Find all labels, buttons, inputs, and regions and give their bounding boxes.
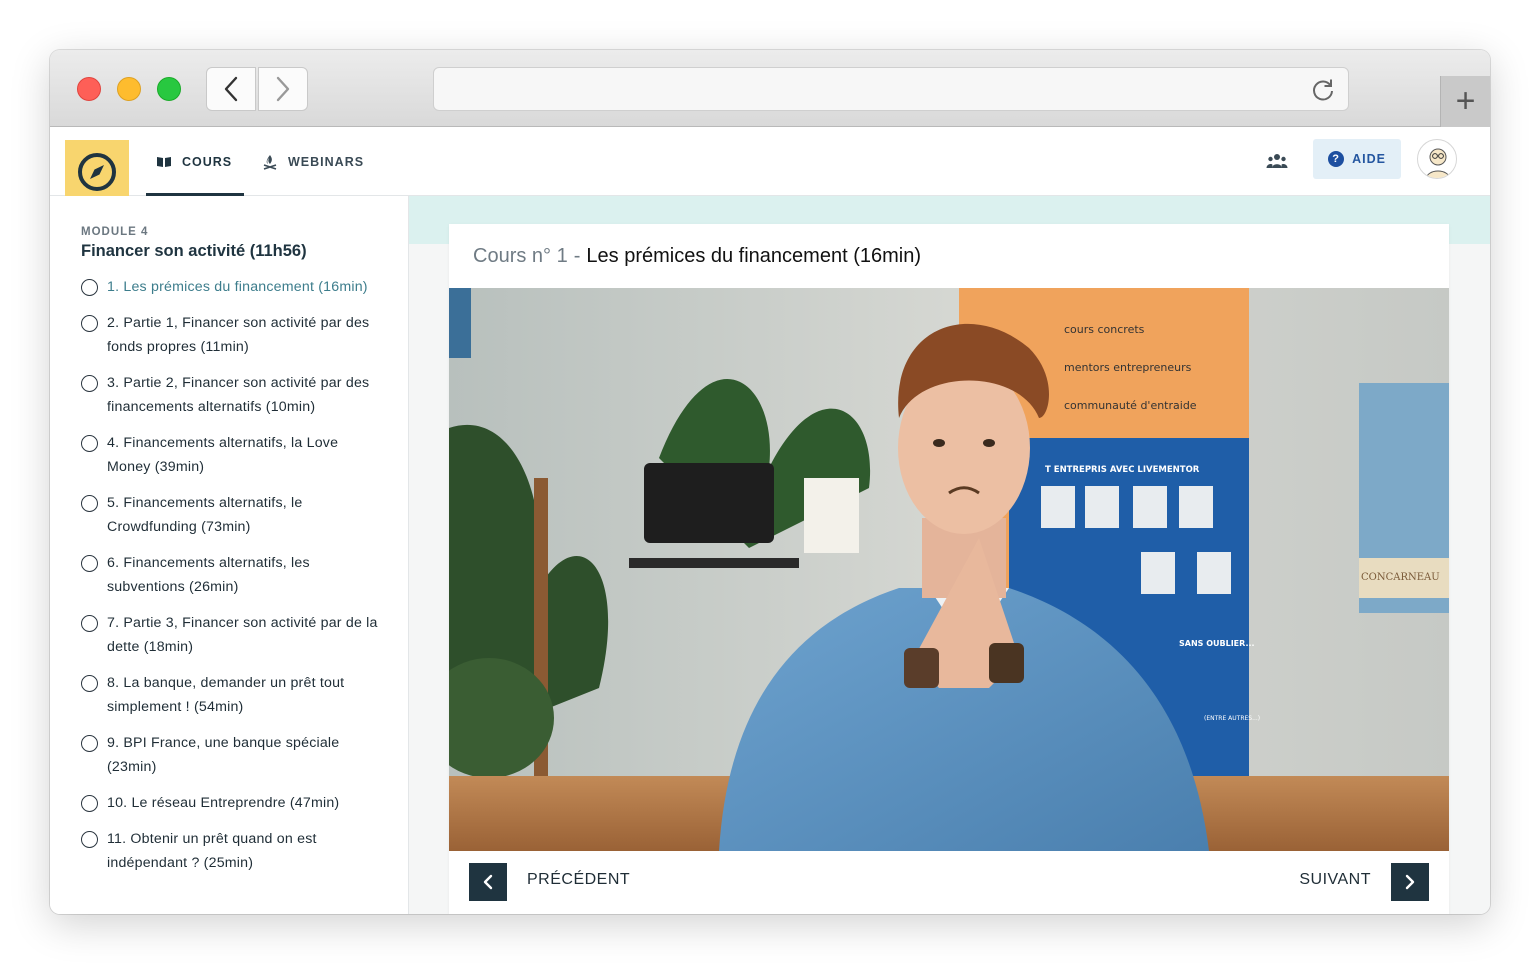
close-window-button[interactable]	[77, 77, 101, 101]
lesson-item-label[interactable]: 8. La banque, demander un prêt tout simp…	[107, 671, 381, 719]
address-bar[interactable]	[433, 67, 1349, 111]
lesson-item[interactable]: 1. Les prémices du financement (16min)	[81, 275, 381, 299]
lesson-card: Cours n° 1 - Les prémices du financement…	[449, 224, 1449, 914]
lesson-item-label[interactable]: 11. Obtenir un prêt quand on est indépen…	[107, 827, 381, 875]
previous-label[interactable]: PRÉCÉDENT	[527, 871, 630, 889]
next-button[interactable]	[1391, 863, 1429, 901]
lesson-item[interactable]: 3. Partie 2, Financer son activité par d…	[81, 371, 381, 419]
reload-icon[interactable]	[1310, 77, 1336, 103]
poster-text-1: cours concrets	[1064, 323, 1145, 336]
lesson-item-label[interactable]: 10. Le réseau Entreprendre (47min)	[107, 791, 339, 815]
lesson-item[interactable]: 10. Le réseau Entreprendre (47min)	[81, 791, 381, 815]
lesson-status-icon[interactable]	[81, 495, 98, 512]
browser-forward-button[interactable]	[258, 67, 308, 111]
chevron-left-icon	[483, 874, 493, 890]
lesson-status-icon[interactable]	[81, 831, 98, 848]
lesson-item-label[interactable]: 9. BPI France, une banque spéciale (23mi…	[107, 731, 381, 779]
chevron-right-icon	[276, 76, 290, 102]
lesson-status-icon[interactable]	[81, 315, 98, 332]
chevron-right-icon	[1405, 874, 1415, 890]
help-button[interactable]: ? AIDE	[1313, 139, 1401, 179]
lesson-item-label[interactable]: 7. Partie 3, Financer son activité par d…	[107, 611, 381, 659]
app-header: COURS WEBINARS ? AIDE	[50, 127, 1490, 204]
browser-toolbar: +	[50, 50, 1490, 127]
next-label[interactable]: SUIVANT	[1299, 871, 1371, 889]
main-content: Cours n° 1 - Les prémices du financement…	[409, 196, 1490, 914]
maximize-window-button[interactable]	[157, 77, 181, 101]
previous-button[interactable]	[469, 863, 507, 901]
lesson-separator: -	[573, 244, 581, 267]
lesson-item[interactable]: 11. Obtenir un prêt quand on est indépen…	[81, 827, 381, 875]
app-logo[interactable]	[65, 140, 129, 204]
campfire-icon	[263, 154, 277, 170]
new-tab-button[interactable]: +	[1440, 76, 1490, 127]
poster-text-5: SANS OUBLIER...	[1179, 639, 1255, 648]
tab-cours-label: COURS	[182, 154, 233, 169]
lesson-status-icon[interactable]	[81, 555, 98, 572]
book-icon	[157, 156, 171, 167]
plus-icon: +	[1455, 82, 1476, 120]
avatar-illustration	[1426, 148, 1450, 178]
lesson-item[interactable]: 4. Financements alternatifs, la Love Mon…	[81, 431, 381, 479]
lesson-item-label[interactable]: 2. Partie 1, Financer son activité par d…	[107, 311, 381, 359]
poster-right-text: CONCARNEAU	[1361, 572, 1440, 583]
module-label: MODULE 4	[81, 226, 149, 238]
question-icon: ?	[1328, 151, 1345, 167]
lesson-item-label[interactable]: 6. Financements alternatifs, les subvent…	[107, 551, 381, 599]
lesson-status-icon[interactable]	[81, 279, 98, 296]
tab-webinars-label: WEBINARS	[288, 154, 365, 169]
video-frame: cours concrets mentors entrepreneurs com…	[449, 288, 1449, 851]
browser-back-button[interactable]	[206, 67, 256, 111]
lesson-item-label[interactable]: 5. Financements alternatifs, le Crowdfun…	[107, 491, 381, 539]
tab-webinars[interactable]: WEBINARS	[262, 127, 372, 196]
lesson-item-label[interactable]: 1. Les prémices du financement (16min)	[107, 275, 368, 299]
lesson-heading: Cours n° 1 - Les prémices du financement…	[449, 224, 1449, 288]
poster-text-2: mentors entrepreneurs	[1064, 361, 1192, 374]
lesson-item[interactable]: 2. Partie 1, Financer son activité par d…	[81, 311, 381, 359]
lesson-item[interactable]: 9. BPI France, une banque spéciale (23mi…	[81, 731, 381, 779]
lesson-item[interactable]: 6. Financements alternatifs, les subvent…	[81, 551, 381, 599]
lesson-list: 1. Les prémices du financement (16min) 2.…	[81, 275, 381, 887]
module-title: Financer son activité (11h56)	[81, 242, 307, 260]
lesson-status-icon[interactable]	[81, 735, 98, 752]
lesson-status-icon[interactable]	[81, 435, 98, 452]
lesson-status-icon[interactable]	[81, 795, 98, 812]
poster-text-4: T ENTREPRIS AVEC LIVEMENTOR	[1045, 465, 1200, 475]
lesson-navigation: PRÉCÉDENT SUIVANT	[449, 851, 1449, 914]
lesson-number: Cours n° 1	[473, 244, 568, 267]
compass-icon	[78, 153, 116, 191]
minimize-window-button[interactable]	[117, 77, 141, 101]
lesson-item-label[interactable]: 4. Financements alternatifs, la Love Mon…	[107, 431, 381, 479]
poster-text-6: (ENTRE AUTRES...)	[1204, 715, 1260, 722]
user-avatar[interactable]	[1417, 139, 1457, 179]
lesson-status-icon[interactable]	[81, 675, 98, 692]
lesson-item[interactable]: 7. Partie 3, Financer son activité par d…	[81, 611, 381, 659]
chevron-left-icon	[224, 76, 238, 102]
community-icon[interactable]	[1266, 152, 1288, 170]
poster-text-3: communauté d'entraide	[1064, 399, 1197, 412]
lesson-item[interactable]: 5. Financements alternatifs, le Crowdfun…	[81, 491, 381, 539]
video-player[interactable]: cours concrets mentors entrepreneurs com…	[449, 288, 1449, 851]
course-sidebar: MODULE 4 Financer son activité (11h56) 1…	[50, 196, 409, 914]
lesson-item[interactable]: 8. La banque, demander un prêt tout simp…	[81, 671, 381, 719]
help-button-label: AIDE	[1352, 152, 1386, 166]
browser-window: + COURS WEBINARS ? AIDE MODULE 4 Finance…	[50, 50, 1490, 914]
lesson-status-icon[interactable]	[81, 615, 98, 632]
lesson-status-icon[interactable]	[81, 375, 98, 392]
lesson-title: Les prémices du financement (16min)	[586, 244, 921, 267]
tab-cours[interactable]: COURS	[146, 127, 244, 196]
lesson-item-label[interactable]: 3. Partie 2, Financer son activité par d…	[107, 371, 381, 419]
